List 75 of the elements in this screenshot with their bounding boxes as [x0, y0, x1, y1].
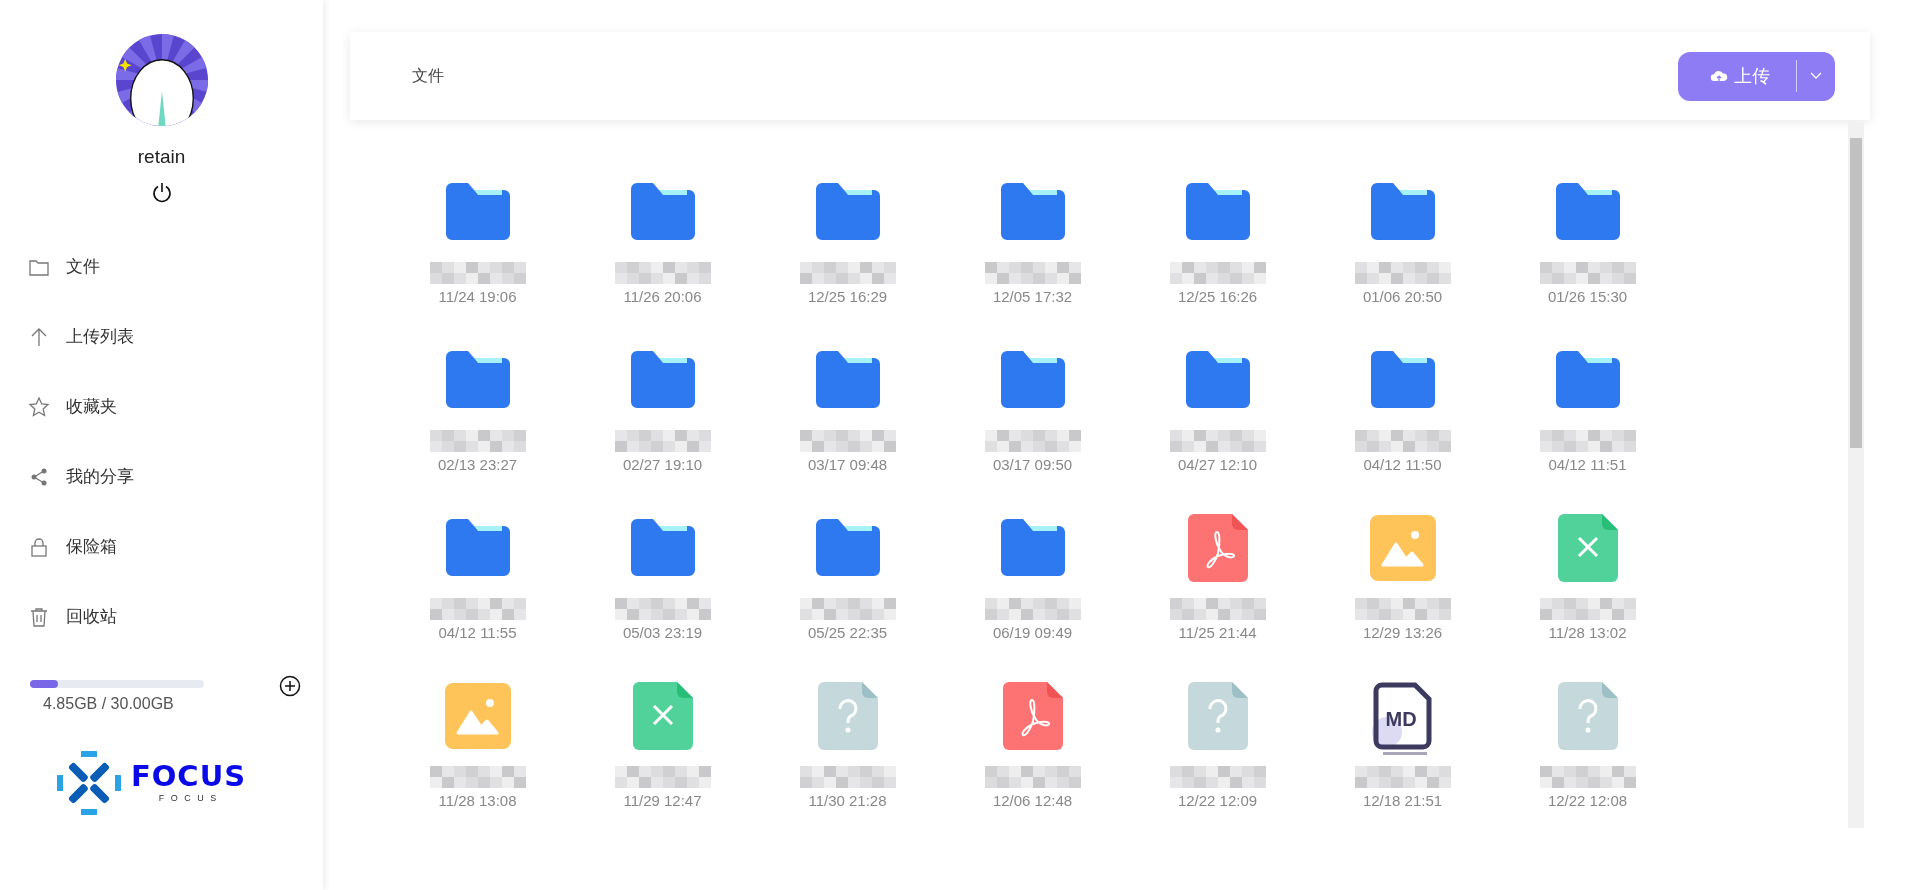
- file-type-label: MD: [1385, 707, 1417, 732]
- unknown-file-icon: [817, 682, 878, 750]
- file-time: 11/28 13:08: [438, 791, 517, 811]
- add-storage-button[interactable]: [279, 673, 301, 698]
- logo-subtitle: F O C U S: [158, 794, 219, 803]
- file-time: 12/22 12:08: [1547, 791, 1628, 811]
- file-time: 05/03 23:19: [622, 623, 703, 643]
- folder-icon: [1183, 181, 1252, 243]
- logo-mark-icon: [56, 750, 121, 815]
- folder-icon: [813, 181, 882, 243]
- pdf-file-icon: [1002, 682, 1063, 750]
- folder-icon: [443, 517, 512, 579]
- file-time: 11/25 21:44: [1178, 623, 1257, 643]
- file-time: 11/26 20:06: [623, 287, 702, 307]
- folder-icon: [1183, 349, 1252, 411]
- file-time: 04/12 11:55: [438, 623, 517, 643]
- folder-icon: [813, 349, 882, 411]
- unknown-file-icon: [1557, 682, 1618, 750]
- file-time: 01/26 15:30: [1547, 287, 1628, 307]
- file-time: 12/22 12:09: [1177, 791, 1258, 811]
- plus-icon: [279, 675, 301, 698]
- file-time: 11/30 21:28: [808, 791, 887, 811]
- image-file-icon: [1369, 515, 1436, 581]
- folder-icon: [1553, 181, 1622, 243]
- folder-icon: [628, 181, 697, 243]
- image-file-icon: [444, 683, 511, 749]
- folder-icon: [443, 181, 512, 243]
- spreadsheet-file-icon: [632, 682, 693, 750]
- file-time: 03/17 09:48: [807, 455, 888, 475]
- logo-text: FOCUS: [130, 762, 247, 791]
- file-time: 04/27 12:10: [1177, 455, 1258, 475]
- user-name: retain: [137, 145, 186, 169]
- nav-item[interactable]: 收藏夹: [0, 371, 323, 442]
- spreadsheet-file-icon: [1557, 514, 1618, 582]
- nav-item[interactable]: 回收站: [0, 581, 323, 652]
- file-time: 12/06 12:48: [992, 791, 1073, 811]
- file-time: 12/25 16:26: [1177, 287, 1258, 307]
- folder-icon: [443, 349, 512, 411]
- file-time: 11/28 13:02: [1548, 623, 1627, 643]
- folder-icon: [1368, 181, 1437, 243]
- folder-icon: [628, 349, 697, 411]
- file-time: 03/17 09:50: [992, 455, 1073, 475]
- file-time: 12/29 13:26: [1362, 623, 1443, 643]
- file-time: 11/24 19:06: [438, 287, 517, 307]
- nav-item[interactable]: 我的分享: [0, 441, 323, 512]
- folder-icon: [998, 181, 1067, 243]
- lock-icon: [28, 535, 50, 558]
- folder-icon: [1368, 349, 1437, 411]
- page-title: 文件: [412, 66, 444, 86]
- file-time: 12/05 17:32: [992, 287, 1073, 307]
- file-time: 12/18 21:51: [1362, 791, 1443, 811]
- folder-icon: [628, 517, 697, 579]
- folder-icon: [1553, 349, 1622, 411]
- nav-item[interactable]: 保险箱: [0, 511, 323, 582]
- file-time: 12/25 16:29: [807, 287, 888, 307]
- star-icon: [28, 395, 50, 418]
- folder-icon: [998, 349, 1067, 411]
- file-time: 02/13 23:27: [437, 455, 518, 475]
- pdf-file-icon: [1187, 514, 1248, 582]
- storage-reading: 4.85GB / 30.00GB: [43, 693, 175, 714]
- file-time: 05/25 22:35: [807, 623, 888, 643]
- file-time: 04/12 11:51: [1548, 455, 1627, 475]
- file-time: 06/19 09:49: [992, 623, 1073, 643]
- trash-icon: [28, 605, 50, 628]
- file-time: 11/29 12:47: [623, 791, 702, 811]
- file-time: 01/06 20:50: [1362, 287, 1443, 307]
- power-icon: [150, 181, 173, 204]
- scrollbar[interactable]: [1848, 122, 1864, 828]
- unknown-file-icon: [1187, 682, 1248, 750]
- nav-item[interactable]: 上传列表: [0, 301, 323, 372]
- file-time: 02/27 19:10: [622, 455, 703, 475]
- folder-icon: [813, 517, 882, 579]
- folder-icon: [998, 517, 1067, 579]
- file-time: 04/12 11:50: [1363, 455, 1442, 475]
- nav-item[interactable]: 文件: [0, 231, 323, 302]
